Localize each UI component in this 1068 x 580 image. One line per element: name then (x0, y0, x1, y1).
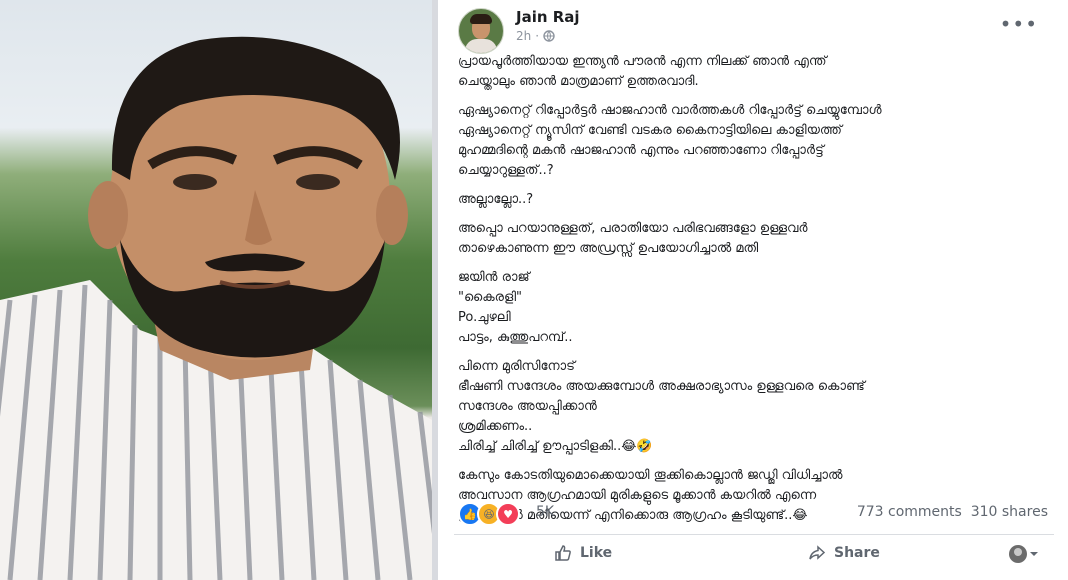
post-text-line: ഏഷ്യാനെറ്റ് റിപ്പോർട്ടർ ഷാജഹാൻ വാർത്തകൾ … (458, 103, 882, 118)
post-paragraph: പ്രായപൂർത്തിയായ ഇന്ത്യൻ പൗരൻ എന്ന നിലക്ക… (458, 52, 1058, 92)
post-text-line: പിന്നെ മുരിസിനോട് (458, 359, 575, 374)
post-text-line: ചിരിച്ച് ചിരിച്ച് ഊപ്പാടിളകി..😂🤣 (458, 439, 653, 454)
post-paragraph: അല്ലാല്ലോ..? (458, 190, 1058, 210)
post-actions: Like Share (454, 540, 1054, 572)
audience-selector[interactable] (1008, 544, 1042, 564)
post-paragraph: അപ്പൊ പറയാനുള്ളത്, പരാതിയോ പരിഭവങ്ങളോ ഉള… (458, 219, 1058, 259)
like-label: Like (580, 545, 613, 561)
shares-count[interactable]: 310 shares (971, 504, 1048, 520)
post-text-line: ചെയ്താലും ഞാൻ മാത്രമാണ് ഉത്തരവാദി. (458, 74, 699, 89)
post-paragraph: പിന്നെ മുരിസിനോട് ഭീഷണി സന്ദേശം അയക്കുമ്പ… (458, 357, 1058, 457)
post-text-line: ചെയ്യാറുള്ളത്..? (458, 163, 554, 178)
post-text-line: "കൈരളി" (458, 290, 523, 305)
post-stats: 👍 😆 ♥ 5K 773 comments 310 shares (454, 502, 1054, 526)
post-text-line: പാട്ടം, കുത്തുപറമ്പ്.. (458, 330, 573, 345)
post-text: പ്രായപൂർത്തിയായ ഇന്ത്യൻ പൗരൻ എന്ന നിലക്ക… (458, 52, 1058, 535)
post-paragraph: ജയിൻ രാജ് "കൈരളി" Po.ചുഴലി പാട്ടം, കുത്തുപറ… (458, 268, 1058, 348)
post-text-line: താഴെകാണുന്ന ഈ അഡ്രസ്സ് ഉപയോഗിച്ചാൽ മതി (458, 241, 759, 256)
post-text-line: മുഹമ്മദിന്റെ മകൻ ഷാജഹാൻ എന്നും പറഞ്ഞാണോ … (458, 143, 824, 158)
author-name[interactable]: Jain Raj (516, 8, 580, 26)
facebook-post: Jain Raj 2h · ••• പ്രായപൂർത്തിയായ ഇന്ത്യ… (438, 0, 1068, 580)
post-text-line: Po.ചുഴലി (458, 310, 511, 325)
post-text-line: ഭീഷണി സന്ദേശം അയക്കുമ്പോൾ അക്ഷരാഭ്യാസം ഉ… (458, 379, 865, 394)
post-paragraph: ഏഷ്യാനെറ്റ് റിപ്പോർട്ടർ ഷാജഹാൻ വാർത്തകൾ … (458, 101, 1058, 181)
post-meta: 2h · (516, 29, 555, 43)
post-text-line: പ്രായപൂർത്തിയായ ഇന്ത്യൻ പൗരൻ എന്ന നിലക്ക… (458, 54, 827, 69)
post-text-line: അപ്പൊ പറയാനുള്ളത്, പരാതിയോ പരിഭവങ്ങളോ ഉള… (458, 221, 808, 236)
comments-shares: 773 comments 310 shares (857, 504, 1048, 520)
share-arrow-icon (809, 545, 826, 560)
author-avatar[interactable] (458, 8, 504, 54)
more-options-icon[interactable]: ••• (1000, 12, 1038, 36)
share-label: Share (834, 545, 880, 561)
post-text-line: ശ്രമിക്കണം.. (458, 419, 533, 434)
post-text-line: അല്ലാല്ലോ..? (458, 192, 534, 207)
share-button[interactable]: Share (808, 544, 880, 562)
like-button[interactable]: Like (554, 544, 612, 562)
reaction-count[interactable]: 5K (536, 504, 554, 520)
comments-count[interactable]: 773 comments (857, 504, 962, 520)
post-photo[interactable] (0, 0, 432, 580)
post-text-line: കേസും കോടതിയുമൊക്കെയായി തൂക്കികൊല്ലാൻ ജഡ… (458, 468, 843, 483)
post-text-line: സന്ദേശം അയപ്പിക്കാൻ (458, 399, 597, 414)
post-time[interactable]: 2h (516, 29, 531, 43)
reaction-icons[interactable]: 👍 😆 ♥ (458, 502, 520, 526)
post-text-line: ജയിൻ രാജ് (458, 270, 530, 285)
thumbs-up-icon (555, 545, 571, 561)
love-reaction-icon: ♥ (496, 502, 520, 526)
profile-dropdown-icon (1009, 545, 1038, 563)
post-text-line: ഏഷ്യാനെറ്റ് ന്യൂസിന് വേണ്ടി വടകര കൈനാട്ട… (458, 123, 842, 138)
action-divider (454, 534, 1054, 535)
man-selfie-image (0, 36, 432, 580)
globe-icon (543, 30, 555, 42)
